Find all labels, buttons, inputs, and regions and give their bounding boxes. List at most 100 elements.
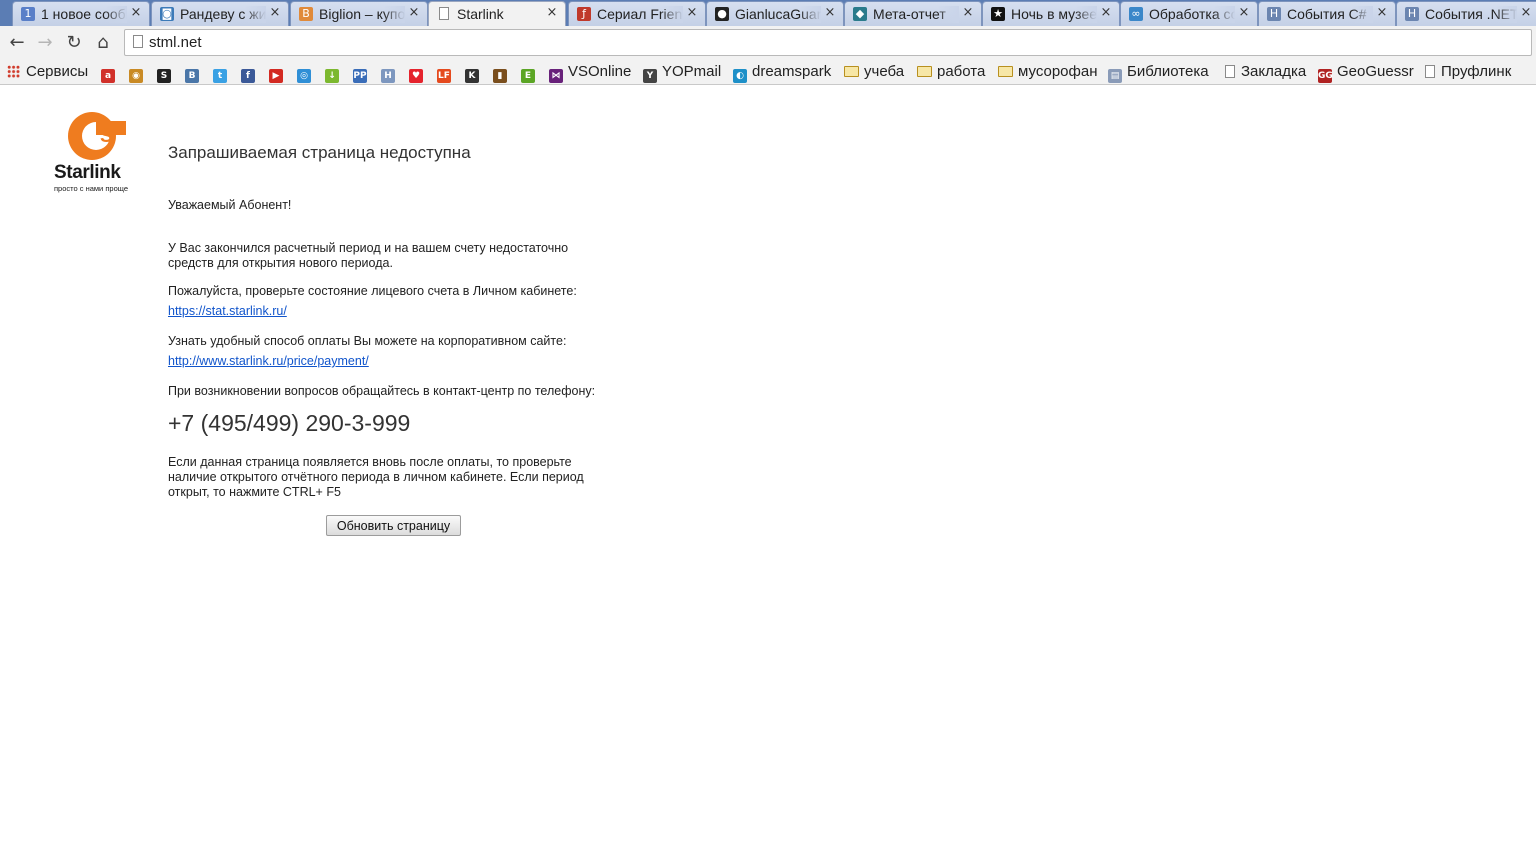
bookmark-download[interactable]: ↓ [325,62,339,83]
tab-close-icon[interactable]: × [129,6,143,20]
phone-number: +7 (495/499) 290-3-999 [168,410,411,436]
bookmark-avito[interactable]: a [101,62,115,83]
tab-favicon-icon: H [1405,7,1419,21]
forward-arrow-icon[interactable]: → [33,31,57,55]
bookmark-item[interactable]: ▤ Библиотека [1108,62,1209,83]
bookmark-favicon-icon: ◐ [733,69,747,83]
tab-title: Biglion – купоны [319,6,405,23]
bookmark-label: VSOnline [568,63,632,80]
back-arrow-icon[interactable]: ← [5,31,29,55]
logo-wordmark: Starlink [54,162,121,183]
tab-3[interactable]: Starlink × [428,1,566,26]
bookmark-label: Закладка [1241,63,1307,80]
tab-close-icon[interactable]: × [1237,6,1251,20]
target-icon: ◎ [297,69,311,83]
url-text: stml.net [149,34,202,51]
bookmark-evernote[interactable]: E [521,62,535,83]
bookmark-facebook[interactable]: f [241,62,255,83]
bookmark-ya-s[interactable]: S [157,62,171,83]
bookmark-item[interactable]: Y YOPmail [643,62,722,83]
tab-close-icon[interactable]: × [823,6,837,20]
bookmark-item[interactable]: учеба [844,62,904,82]
account-link[interactable]: https://stat.starlink.ru/ [168,304,287,319]
tab-10[interactable]: H События .NET × [1396,1,1536,26]
bookmark-favicon-icon: ⋈ [549,69,563,83]
tab-title: Рандеву с жизнью [180,6,266,23]
tab-close-icon[interactable]: × [685,6,699,20]
bookmark-heart[interactable]: ♥ [409,62,423,83]
address-bar[interactable]: stml.net [124,29,1532,56]
twitter-icon: t [213,69,227,83]
home-icon[interactable]: ⌂ [91,31,115,55]
tab-favicon-icon: B [299,7,313,21]
lf-icon: LF [437,69,451,83]
tab-title: Ночь в музее [1011,6,1097,23]
bookmark-item[interactable]: ⋈ VSOnline [549,62,632,83]
tab-title: Starlink [457,6,504,22]
payment-info-text: Узнать удобный способ оплаты Вы можете н… [168,334,567,348]
bookmark-pp[interactable]: PP [353,62,367,83]
tab-1[interactable]: ◙ Рандеву с жизнью× [151,1,289,26]
tab-title: Сериал Friends [597,6,683,23]
pp-icon: PP [353,69,367,83]
contact-text: При возникновении вопросов обращайтесь в… [168,384,596,398]
tab-title: События .NET [1425,6,1517,23]
bookmark-target[interactable]: ◎ [297,62,311,83]
tab-7[interactable]: ★ Ночь в музее × [982,1,1120,26]
bookmark-item[interactable]: работа [917,62,985,82]
browser-toolbar: ← → ↻ ⌂ stml.net [0,26,1536,59]
tab-close-icon[interactable]: × [1519,6,1533,20]
tab-close-icon[interactable]: × [545,6,559,20]
bookmark-label: Пруфлинк [1441,63,1512,80]
bookmark-lf[interactable]: LF [437,62,451,83]
tab-close-icon[interactable]: × [1099,6,1113,20]
bookmark-youtube[interactable]: ▶ [269,62,283,83]
youtube-icon: ▶ [269,69,283,83]
tab-favicon-icon: ◙ [160,7,174,21]
tab-6[interactable]: ◆ Мета-отчет × [844,1,982,26]
bookmark-hamburger[interactable]: ◉ [129,62,143,83]
bookmark-label: YOPmail [662,63,722,80]
tab-2[interactable]: B Biglion – купоны× [290,1,428,26]
folder-icon [998,66,1013,77]
tab-5[interactable]: ● GianlucaGuarini× [706,1,844,26]
bookmark-item[interactable]: ◐ dreamspark [733,62,831,83]
tab-4[interactable]: ƒ Сериал Friends× [568,1,706,26]
browser-chrome: 11 новое сообщение×◙Рандеву с жизнью×BBi… [0,0,1536,85]
tab-title: Обработка событий [1149,6,1235,23]
tab-9[interactable]: H События C# × [1258,1,1396,26]
page-title: Запрашиваемая страница недоступна [168,143,471,162]
tab-close-icon[interactable]: × [961,6,975,20]
stats-icon: ▮ [493,69,507,83]
bookmark-label: Библиотека [1127,63,1209,80]
bookmark-stats[interactable]: ▮ [493,62,507,83]
logo-slogan: просто с нами проще [54,184,128,193]
bookmark-item[interactable]: GG GeoGuessr [1318,62,1414,83]
bookmark-item[interactable]: Пруфлинк [1425,62,1511,82]
bookmark-label: мусорофан [1018,63,1098,80]
tab-title: Мета-отчет [873,6,959,23]
evernote-icon: E [521,69,535,83]
bookmark-label: учеба [864,63,905,80]
reload-icon[interactable]: ↻ [62,31,86,55]
refresh-page-button[interactable]: Обновить страницу [326,515,461,536]
tab-favicon-icon [439,7,449,20]
bookmark-twitter[interactable]: t [213,62,227,83]
tab-close-icon[interactable]: × [407,6,421,20]
bookmark-vk[interactable]: B [185,62,199,83]
apps-grid-icon [7,65,20,78]
bookmark-kinopoisk[interactable]: K [465,62,479,83]
tab-favicon-icon: H [1267,7,1281,21]
bookmark-habr[interactable]: H [381,62,395,83]
tab-8[interactable]: ∞ Обработка событий× [1120,1,1258,26]
tab-close-icon[interactable]: × [268,6,282,20]
bookmark-services[interactable]: Сервисы [7,62,88,82]
starlink-logo: S Starlink просто с нами проще [52,111,136,195]
download-icon: ↓ [325,69,339,83]
tab-favicon-icon: ◆ [853,7,867,21]
payment-link[interactable]: http://www.starlink.ru/price/payment/ [168,354,369,369]
bookmark-item[interactable]: мусорофан [998,62,1097,82]
bookmark-item[interactable]: Закладка [1225,62,1306,82]
tab-close-icon[interactable]: × [1375,6,1389,20]
tab-0[interactable]: 1 1 новое сообщение× [12,1,150,26]
